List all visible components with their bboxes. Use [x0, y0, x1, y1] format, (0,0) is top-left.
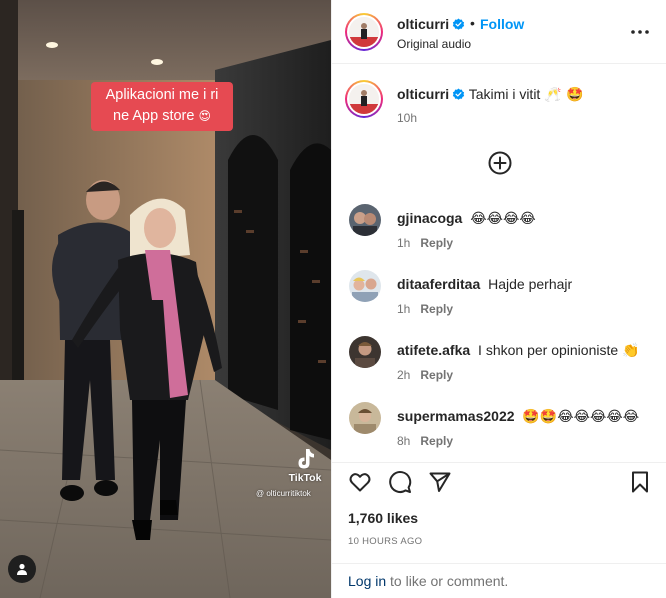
comment-emojis: 🤩🤩😂😂😂😂😂: [522, 409, 640, 425]
author-username-text: olticurri: [397, 16, 450, 32]
comment-username[interactable]: supermamas2022: [397, 408, 515, 424]
plus-circle-icon: [488, 151, 512, 175]
caption-text: Takimi i vitit: [468, 86, 541, 102]
comment-item: ditaaferditaa Hajde perhajr 1h Reply: [332, 270, 666, 336]
author-avatar[interactable]: [345, 13, 383, 51]
reply-button[interactable]: Reply: [420, 302, 453, 316]
commenter-avatar[interactable]: [349, 204, 381, 236]
tiktok-watermark: TikTok: [283, 446, 327, 484]
follow-button[interactable]: Follow: [480, 16, 524, 32]
caption-username-text: olticurri: [397, 86, 450, 102]
caption-timestamp: 10h: [397, 111, 418, 125]
comment-text-line: atifete.afka I shkon per opinioniste 👏: [397, 342, 639, 359]
paper-plane-icon: [429, 472, 451, 492]
commenter-avatar[interactable]: [349, 270, 381, 302]
save-button[interactable]: [627, 469, 653, 495]
comment-username[interactable]: gjinacoga: [397, 210, 462, 226]
commenter-avatar[interactable]: [349, 402, 381, 434]
avatar-image: [349, 84, 379, 114]
caption-emojis: 🥂 🤩: [544, 87, 584, 103]
comment-text: Hajde perhajr: [488, 276, 573, 292]
comment-item: gjinacoga 😂😂😂😂 1h Reply: [332, 204, 666, 270]
more-horizontal-icon: [631, 30, 649, 34]
author-username[interactable]: olticurri: [397, 16, 465, 32]
comment-meta: 1h Reply: [397, 236, 453, 250]
reply-button[interactable]: Reply: [420, 368, 453, 382]
video-caption-sticker: Aplikacioni me i ri ne App store 😍: [91, 82, 233, 131]
comment-emojis: 😂😂😂😂: [470, 211, 536, 227]
tiktok-icon: [298, 449, 314, 469]
comment-meta: 2h Reply: [397, 368, 453, 382]
header-separator: •: [470, 15, 475, 31]
comment-text-line: gjinacoga 😂😂😂😂: [397, 210, 536, 227]
comment-icon: [389, 471, 412, 493]
load-more-comments-button[interactable]: [488, 151, 512, 175]
avatar-image: [349, 336, 381, 368]
caption-sticker-emoji: 😍: [198, 109, 211, 123]
comment-timestamp: 2h: [397, 368, 411, 382]
caption-author-avatar[interactable]: [345, 80, 383, 118]
comment-meta: 8h Reply: [397, 434, 453, 448]
verified-badge-icon: [452, 18, 465, 30]
heart-icon: [349, 473, 371, 492]
comment-timestamp: 8h: [397, 434, 411, 448]
comment-username[interactable]: atifete.afka: [397, 342, 470, 358]
tagged-users-button[interactable]: [8, 555, 36, 583]
comment-username[interactable]: ditaaferditaa: [397, 276, 480, 292]
tiktok-brand: TikTok: [288, 472, 322, 484]
comments-list[interactable]: olticurri Takimi i vitit 🥂 🤩 10h gjinaco…: [332, 64, 666, 462]
comment-text: I shkon per opinioniste: [478, 342, 619, 358]
post-sidebar: olticurri • Follow Original audio olticu…: [331, 0, 666, 598]
comment-item: supermamas2022 🤩🤩😂😂😂😂😂 8h Reply: [332, 402, 666, 468]
bookmark-icon: [632, 471, 648, 493]
tiktok-handle: @ olticurritiktok: [256, 489, 311, 498]
comment-item: atifete.afka I shkon per opinioniste 👏 2…: [332, 336, 666, 402]
avatar-image: [349, 204, 381, 236]
post-header: olticurri • Follow Original audio: [332, 0, 666, 64]
reply-button[interactable]: Reply: [420, 236, 453, 250]
caption-sticker-line2: ne App store: [113, 108, 195, 124]
caption-username[interactable]: olticurri: [397, 86, 465, 102]
comment-timestamp: 1h: [397, 302, 411, 316]
avatar-image: [349, 270, 381, 302]
original-audio-link[interactable]: Original audio: [397, 37, 471, 51]
like-button[interactable]: [347, 469, 373, 495]
post-caption: olticurri Takimi i vitit 🥂 🤩: [397, 86, 584, 103]
share-button[interactable]: [427, 469, 453, 495]
comment-emojis: 👏: [622, 343, 640, 359]
login-link[interactable]: Log in: [348, 573, 386, 589]
post-media[interactable]: Aplikacioni me i ri ne App store 😍 TikTo…: [0, 0, 331, 598]
login-prompt: Log in to like or comment.: [332, 563, 666, 598]
commenter-avatar[interactable]: [349, 336, 381, 368]
comment-timestamp: 1h: [397, 236, 411, 250]
post-timestamp: 10 HOURS AGO: [348, 536, 423, 547]
login-prompt-text: to like or comment.: [386, 573, 509, 589]
reply-button[interactable]: Reply: [420, 434, 453, 448]
person-icon: [17, 563, 27, 575]
avatar-image: [349, 402, 381, 434]
comment-meta: 1h Reply: [397, 302, 453, 316]
comment-text-line: ditaaferditaa Hajde perhajr: [397, 276, 572, 293]
action-bar: [332, 462, 666, 498]
more-options-button[interactable]: [628, 22, 652, 42]
comment-text-line: supermamas2022 🤩🤩😂😂😂😂😂: [397, 408, 639, 425]
comment-button[interactable]: [387, 469, 413, 495]
caption-sticker-line1: Aplikacioni me i ri: [105, 87, 219, 103]
verified-badge-icon: [452, 88, 465, 100]
likes-count[interactable]: 1,760 likes: [348, 510, 418, 526]
avatar-image: [349, 17, 379, 47]
